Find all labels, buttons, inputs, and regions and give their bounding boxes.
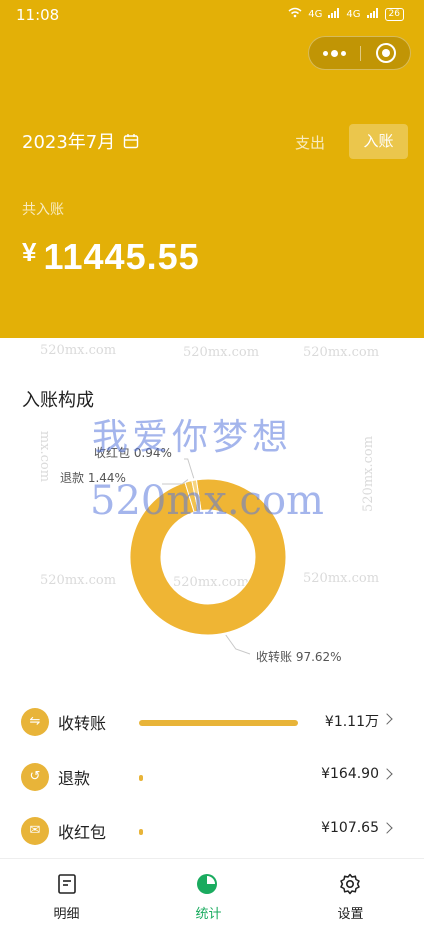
watermark: 520mx.com <box>183 345 260 360</box>
pie-label-0: 收转账 97.62% <box>256 649 342 664</box>
status-icons: 4G 4G 26 <box>288 7 404 21</box>
tab-settings-label: 设置 <box>337 907 364 922</box>
more-icon[interactable] <box>309 37 360 69</box>
watermark: 520mx.com <box>40 343 117 358</box>
share-bar-track <box>139 720 302 726</box>
watermark-vertical: 520mx.com <box>361 436 376 512</box>
signal-icon <box>366 7 379 21</box>
month-selector[interactable]: 2023年7月 <box>22 128 139 154</box>
list-item-red-packet[interactable]: ✉ 收红包 ¥107.65 <box>0 804 424 858</box>
battery-icon: 26 <box>384 7 404 21</box>
total-amount: ¥11445.55 <box>22 236 200 278</box>
calendar-icon <box>123 133 139 149</box>
share-bar-track <box>139 775 302 781</box>
list-item-amount: ¥107.65 <box>321 820 379 836</box>
status-bar: 11:08 4G 4G 26 <box>0 0 424 30</box>
tab-details-label: 明细 <box>53 907 80 922</box>
network-1-label: 4G <box>308 8 323 20</box>
share-bar <box>139 720 299 726</box>
bottom-tabbar: 明细 统计 设置 <box>0 858 424 929</box>
tab-settings[interactable]: 设置 <box>282 859 423 929</box>
capsule-divider <box>360 46 361 61</box>
tab-expense[interactable]: 支出 <box>295 132 325 153</box>
list-item-refund[interactable]: ↺ 退款 ¥164.90 <box>0 750 424 804</box>
gear-icon <box>339 873 361 895</box>
watermark: 520mx.com <box>303 345 380 360</box>
watermark-site-large: 520mx.com <box>90 478 324 524</box>
section-title: 入账构成 <box>22 390 94 411</box>
refund-icon: ↺ <box>21 763 49 791</box>
close-miniprogram-icon[interactable] <box>376 43 396 63</box>
wifi-icon <box>288 7 302 21</box>
total-label: 共入账 <box>22 202 64 218</box>
tab-stats[interactable]: 统计 <box>141 859 282 929</box>
watermark-vertical: 520mx.com <box>37 430 52 482</box>
red-packet-icon: ✉ <box>21 817 49 845</box>
list-item-label: 收转账 <box>58 714 107 733</box>
list-item-label: 收红包 <box>58 823 107 842</box>
month-label: 2023年7月 <box>22 132 116 153</box>
chevron-right-icon <box>381 713 393 725</box>
signal-icon <box>328 7 340 21</box>
tab-details[interactable]: 明细 <box>0 859 141 929</box>
label-leader-line <box>225 634 251 655</box>
list-item-amount: ¥1.11万 <box>324 714 379 730</box>
list-item-label: 退款 <box>58 769 91 788</box>
label-leader-line <box>184 458 195 479</box>
network-2-label: 4G <box>346 8 361 20</box>
currency-symbol: ¥ <box>22 237 38 267</box>
watermark-slogan: 我爱你梦想 <box>92 417 293 458</box>
miniprogram-capsule <box>308 36 411 70</box>
income-composition-chart: 收转账 97.62%退款 1.44%收红包 0.94%520mx.com 520m… <box>37 430 376 664</box>
chevron-right-icon <box>381 768 393 780</box>
header: 11:08 4G 4G 26 2023年7月 支出 入账 共入账 ¥11445.… <box>0 0 424 338</box>
chevron-right-icon <box>381 822 393 834</box>
status-time: 11:08 <box>16 6 60 24</box>
document-icon <box>56 873 78 895</box>
share-bar <box>139 829 143 835</box>
share-bar <box>139 775 143 781</box>
transfer-icon: ⇋ <box>21 708 49 736</box>
total-amount-value: 11445.55 <box>43 236 200 277</box>
list-item-transfer[interactable]: ⇋ 收转账 ¥1.11万 <box>0 695 424 749</box>
list-item-amount: ¥164.90 <box>321 766 379 782</box>
tab-income[interactable]: 入账 <box>349 124 408 159</box>
tab-stats-label: 统计 <box>195 907 222 922</box>
pie-chart-icon <box>196 873 218 895</box>
share-bar-track <box>139 829 302 835</box>
